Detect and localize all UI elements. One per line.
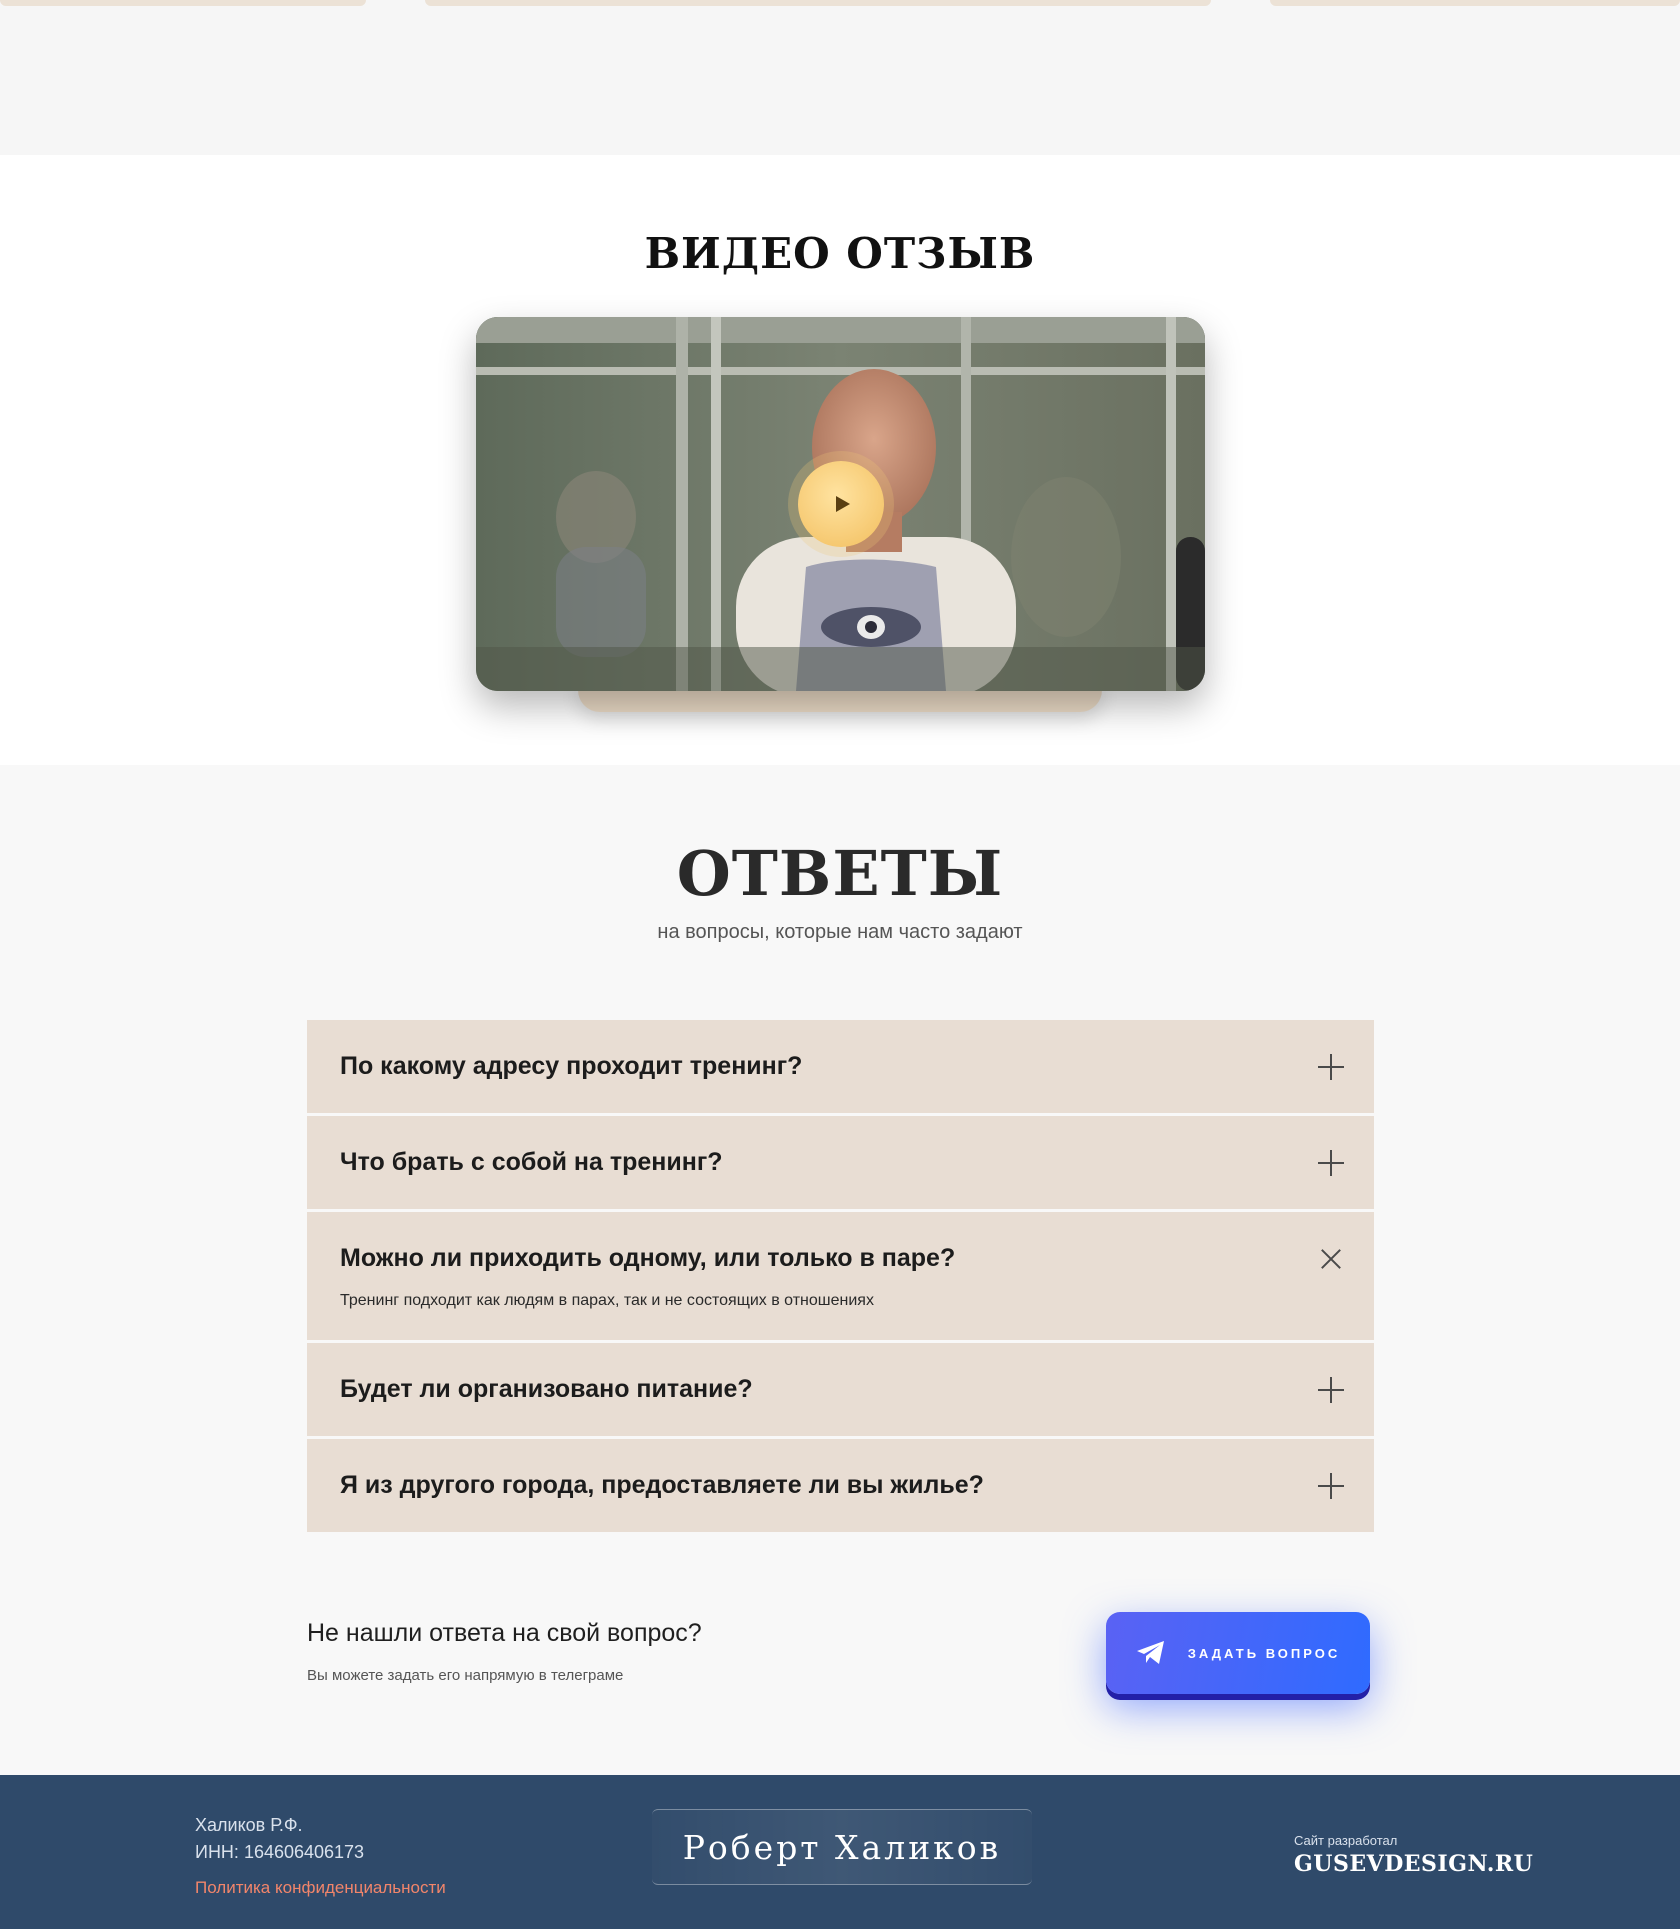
faq-list: По какому адресу проходит тренинг? Что б… — [307, 1020, 1374, 1535]
previous-section-bottom — [0, 0, 1680, 155]
developer-logo[interactable]: GUSEVDESIGN.RU — [1294, 1851, 1533, 1877]
plus-icon[interactable] — [1316, 1471, 1346, 1501]
faq-section: ОТВЕТЫ на вопросы, которые нам часто зад… — [0, 765, 1680, 1775]
faq-question: Будет ли организовано питание? — [340, 1375, 753, 1403]
plus-icon[interactable] — [1316, 1052, 1346, 1082]
telegram-icon — [1136, 1641, 1164, 1664]
faq-item-housing[interactable]: Я из другого города, предоставляете ли в… — [307, 1439, 1374, 1532]
faq-answer: Тренинг подходит как людям в парах, так … — [340, 1292, 874, 1309]
faq-item-what-to-bring[interactable]: Что брать с собой на тренинг? — [307, 1116, 1374, 1209]
play-button[interactable] — [798, 461, 884, 547]
privacy-policy-link[interactable]: Политика конфиденциальности — [195, 1878, 446, 1898]
card-edge-left — [0, 0, 366, 6]
play-icon — [836, 496, 850, 512]
plus-icon[interactable] — [1316, 1375, 1346, 1405]
card-edge-right — [1270, 0, 1680, 6]
faq-item-alone-or-pair[interactable]: Можно ли приходить одному, или только в … — [307, 1212, 1374, 1340]
faq-title: ОТВЕТЫ — [676, 837, 1004, 910]
footer-inn: ИНН: 164606406173 — [195, 1842, 365, 1862]
ask-question-subtitle: Вы можете задать его напрямую в телеграм… — [307, 1667, 624, 1684]
plus-icon[interactable] — [1316, 1148, 1346, 1178]
card-edge-center — [425, 0, 1211, 6]
close-icon[interactable] — [1316, 1244, 1346, 1274]
ask-question-button-label: ЗАДАТЬ ВОПРОС — [1187, 1645, 1341, 1661]
faq-question: Я из другого города, предоставляете ли в… — [340, 1471, 984, 1499]
ask-question-title: Не нашли ответа на свой вопрос? — [307, 1619, 702, 1647]
ask-question-button[interactable]: ЗАДАТЬ ВОПРОС — [1106, 1612, 1370, 1694]
developer-label: Сайт разработал — [1294, 1833, 1398, 1848]
footer-logo[interactable]: Роберт Халиков — [652, 1809, 1032, 1885]
faq-question: Что брать с собой на тренинг? — [340, 1148, 723, 1176]
faq-subtitle: на вопросы, которые нам часто задают — [657, 921, 1023, 943]
faq-question: По какому адресу проходит тренинг? — [340, 1052, 803, 1080]
faq-question: Можно ли приходить одному, или только в … — [340, 1244, 956, 1272]
footer-owner-name: Халиков Р.Ф. — [195, 1815, 303, 1835]
faq-item-address[interactable]: По какому адресу проходит тренинг? — [307, 1020, 1374, 1113]
video-review-section: ВИДЕО ОТЗЫВ — [0, 155, 1680, 765]
faq-item-food[interactable]: Будет ли организовано питание? — [307, 1343, 1374, 1436]
video-section-title: ВИДЕО ОТЗЫВ — [644, 229, 1036, 278]
video-player[interactable] — [476, 317, 1205, 691]
footer: Халиков Р.Ф. ИНН: 164606406173 Политика … — [0, 1775, 1680, 1929]
